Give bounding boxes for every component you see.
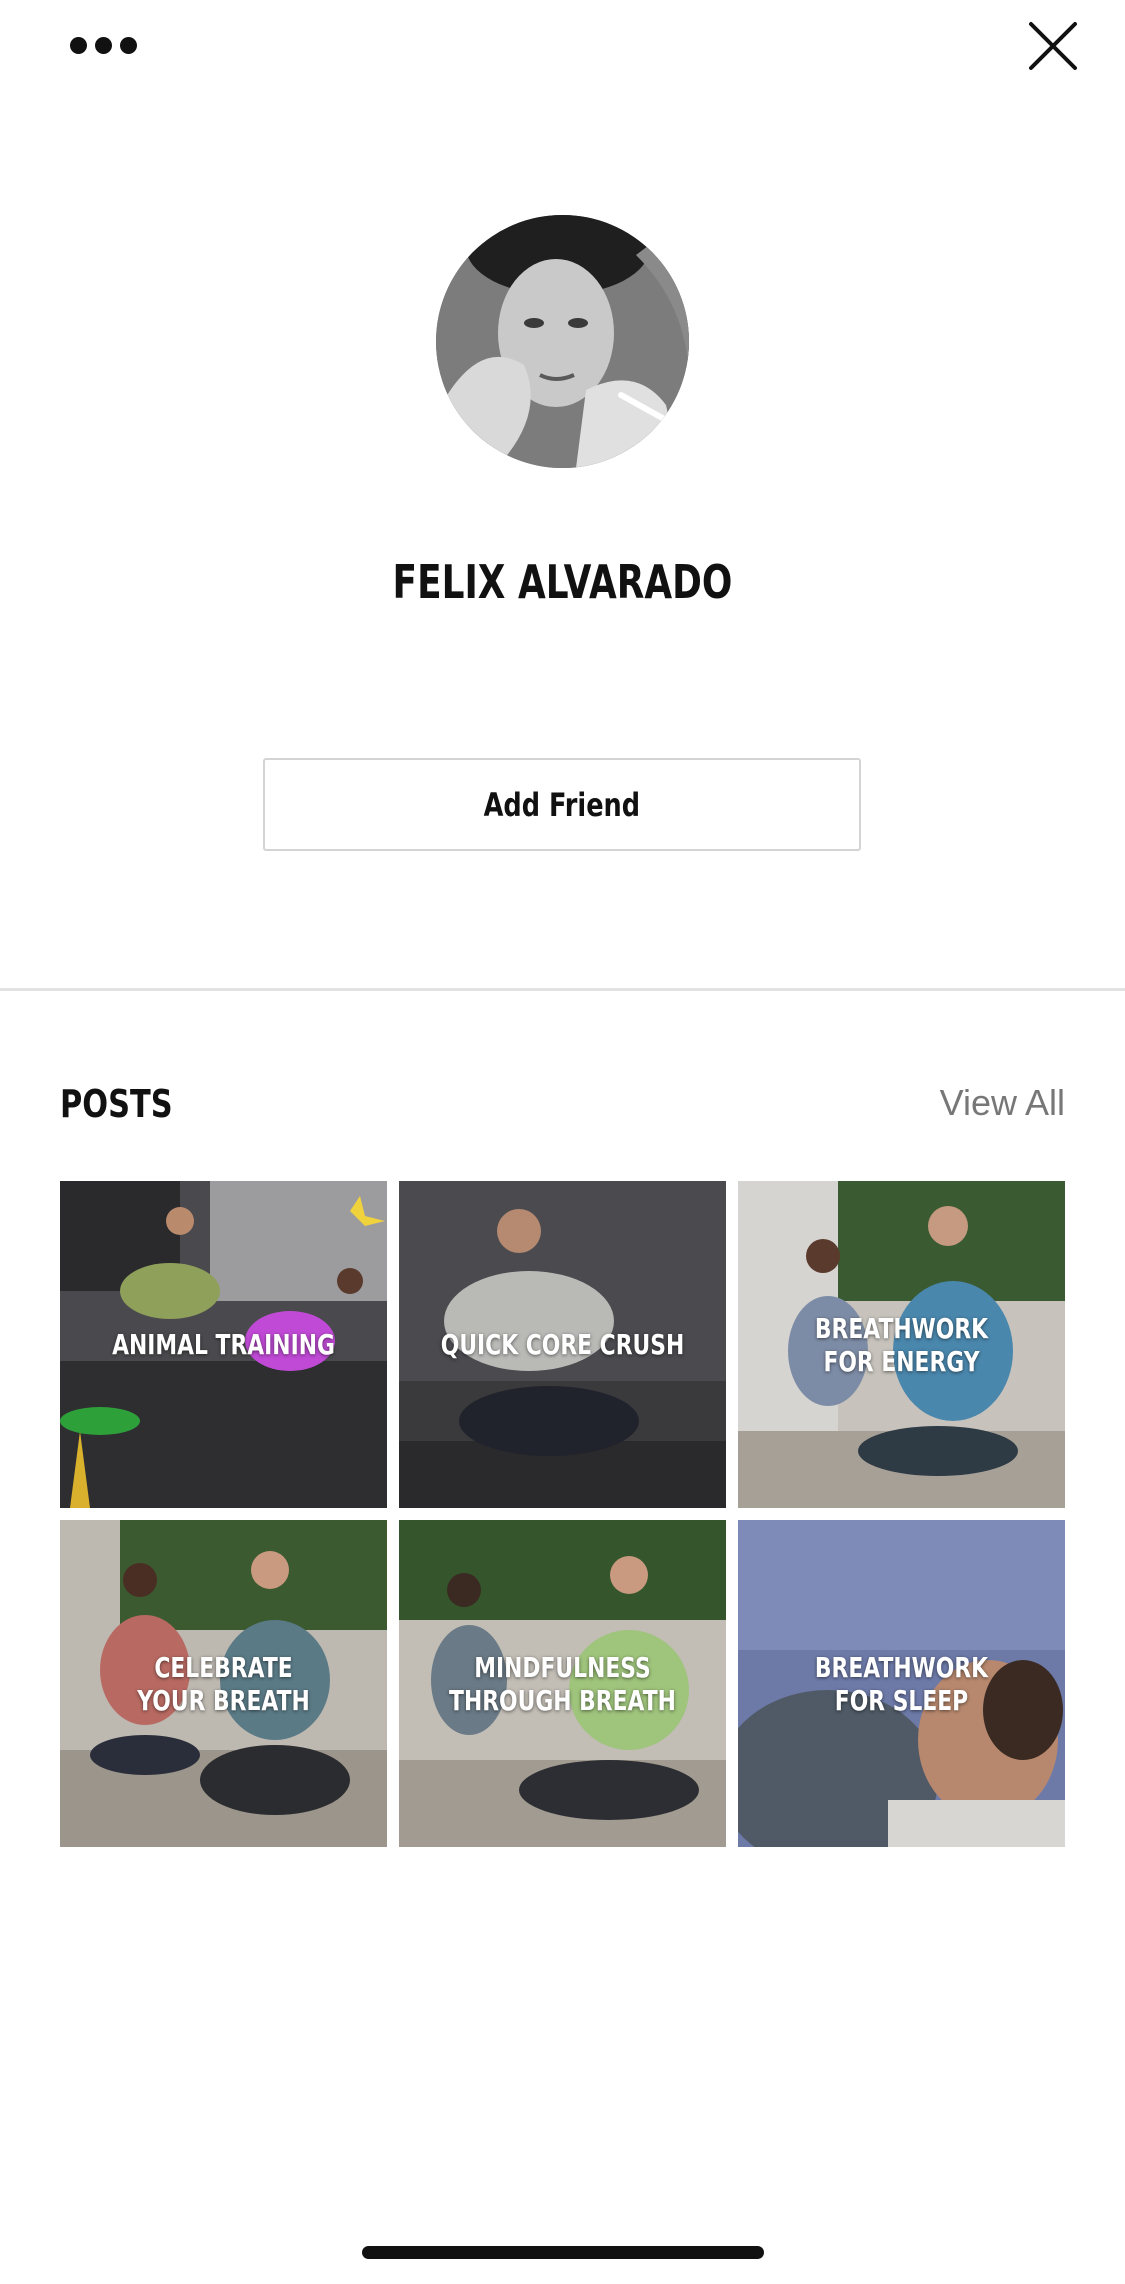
- more-horizontal-icon-dot: [95, 36, 112, 54]
- post-tile-mindfulness-through-breath[interactable]: MINDFULNESS THROUGH BREATH: [399, 1520, 726, 1847]
- post-title: CELEBRATE YOUR BREATH: [137, 1650, 310, 1717]
- avatar-portrait-icon: [436, 215, 689, 468]
- post-title: QUICK CORE CRUSH: [440, 1328, 685, 1361]
- post-title: ANIMAL TRAINING: [112, 1328, 335, 1361]
- close-button[interactable]: [1025, 18, 1081, 74]
- section-divider: [0, 988, 1125, 991]
- more-horizontal-icon-dot: [120, 36, 137, 54]
- more-options-button[interactable]: [70, 25, 160, 65]
- more-horizontal-icon: [70, 36, 87, 54]
- posts-grid: ANIMAL TRAINING QUICK CORE CRUSH BREATHW…: [60, 1181, 1066, 1847]
- avatar: [436, 215, 689, 468]
- add-friend-button[interactable]: Add Friend: [263, 758, 861, 851]
- home-indicator[interactable]: [362, 2246, 764, 2259]
- post-tile-animal-training[interactable]: ANIMAL TRAINING: [60, 1181, 387, 1508]
- post-title: BREATHWORK FOR SLEEP: [814, 1650, 989, 1717]
- add-friend-label: Add Friend: [483, 785, 641, 824]
- profile-name: FELIX ALVARADO: [392, 555, 733, 609]
- view-all-link[interactable]: View All: [940, 1082, 1065, 1124]
- post-title: BREATHWORK FOR ENERGY: [814, 1311, 989, 1378]
- posts-heading: POSTS: [60, 1082, 173, 1126]
- close-icon: [1029, 22, 1077, 70]
- post-tile-breathwork-for-energy[interactable]: BREATHWORK FOR ENERGY: [738, 1181, 1065, 1508]
- post-tile-breathwork-for-sleep[interactable]: BREATHWORK FOR SLEEP: [738, 1520, 1065, 1847]
- top-bar: [0, 0, 1125, 110]
- post-title: MINDFULNESS THROUGH BREATH: [449, 1650, 676, 1717]
- post-tile-quick-core-crush[interactable]: QUICK CORE CRUSH: [399, 1181, 726, 1508]
- post-tile-celebrate-your-breath[interactable]: CELEBRATE YOUR BREATH: [60, 1520, 387, 1847]
